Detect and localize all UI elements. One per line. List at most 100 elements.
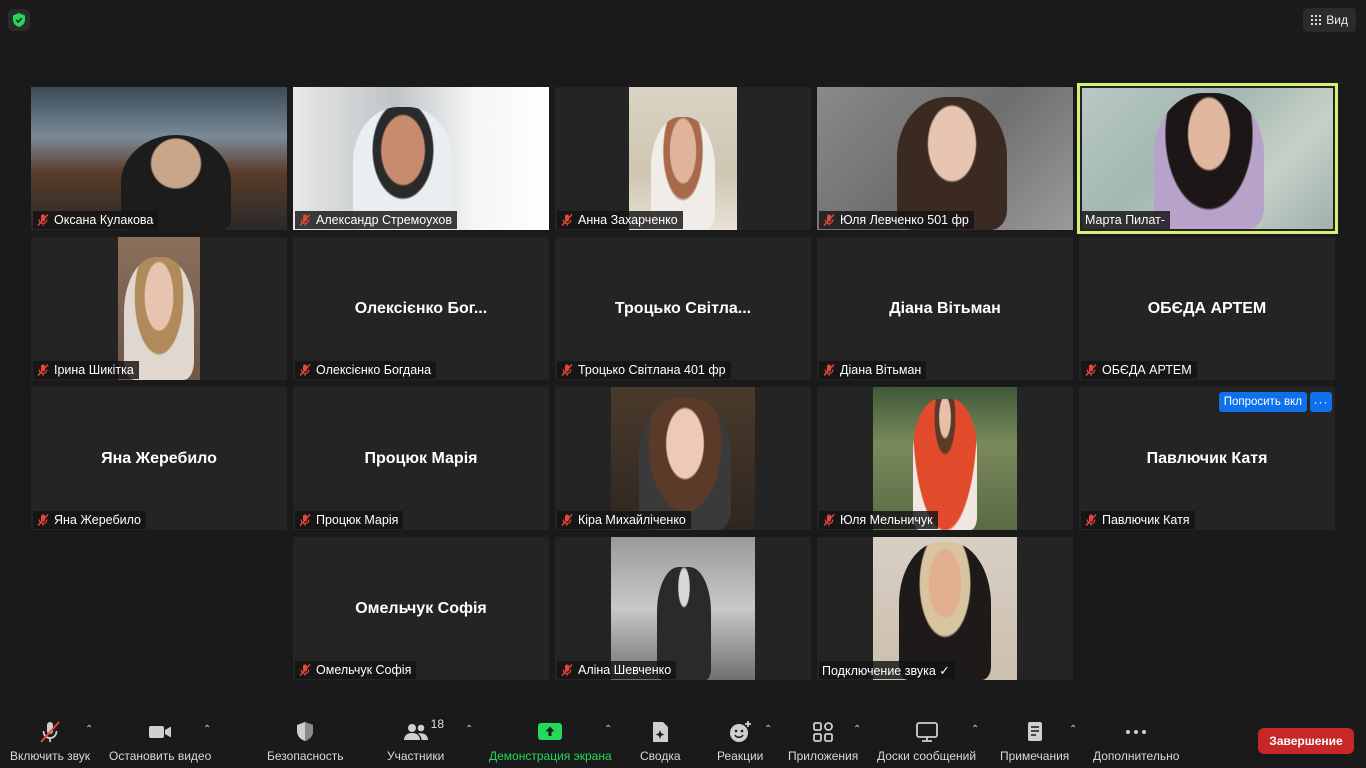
apps-options-chevron-icon[interactable]: ⌃ (853, 724, 861, 735)
video-tile[interactable]: ОБЄДА АРТЕМ ОБЄДА АРТЕМ (1079, 237, 1335, 380)
participant-name: Юля Левченко 501 фр (840, 213, 969, 227)
participant-display-name: Яна Жеребило (101, 449, 217, 467)
whiteboards-button[interactable]: Доски сообщений (877, 720, 976, 763)
video-tile[interactable]: Троцько Світла... Троцько Світлана 401 ф… (555, 237, 811, 380)
participant-display-name: Павлючик Катя (1146, 449, 1268, 467)
participant-video (873, 537, 1017, 680)
participant-name: Яна Жеребило (54, 513, 141, 527)
video-tile[interactable]: Анна Захарченко (555, 87, 811, 230)
participant-nameplate: Процюк Марія (295, 511, 404, 529)
apps-button[interactable]: Приложения (788, 720, 858, 763)
participant-nameplate: Яна Жеребило (33, 511, 146, 529)
emoji-plus-icon (727, 720, 753, 744)
mic-muted-icon (36, 363, 50, 377)
video-tile[interactable]: Кіра Михайліченко (555, 387, 811, 530)
participant-display-name: Діана Вітьман (889, 299, 1001, 317)
participants-options-chevron-icon[interactable]: ⌃ (465, 724, 473, 735)
stop-video-button[interactable]: Остановить видео (109, 720, 211, 763)
participant-name: Подключение звука ✓ (822, 663, 950, 678)
video-tile[interactable]: Ірина Шикітка (31, 237, 287, 380)
participant-name: Павлючик Катя (1102, 513, 1190, 527)
apps-icon (811, 720, 835, 744)
mic-muted-icon (560, 363, 574, 377)
participant-name: Оксана Кулакова (54, 213, 154, 227)
shield-icon (294, 720, 316, 744)
participant-name: Троцько Світлана 401 фр (578, 363, 726, 377)
participant-name: Юля Мельничук (840, 513, 933, 527)
share-screen-label: Демонстрация экрана (489, 749, 612, 763)
view-label: Вид (1326, 13, 1348, 27)
whiteboard-icon (914, 720, 940, 744)
stop-video-label: Остановить видео (109, 749, 212, 763)
grid-icon (1311, 15, 1322, 25)
participant-name: Омельчук Софія (316, 663, 412, 677)
reactions-button[interactable]: Реакции (717, 720, 763, 763)
participants-button[interactable]: 18 Участники (387, 717, 444, 763)
participant-video (629, 87, 737, 230)
participant-nameplate: Ірина Шикітка (33, 361, 139, 379)
participant-name: Олексієнко Богдана (316, 363, 432, 377)
participant-nameplate: Павлючик Катя (1081, 511, 1195, 529)
summary-button[interactable]: Сводка (640, 720, 681, 763)
video-tile[interactable]: Попросить вкл ··· Павлючик Катя Павлючик… (1079, 387, 1335, 530)
reactions-options-chevron-icon[interactable]: ⌃ (764, 724, 772, 735)
share-screen-icon (537, 720, 563, 744)
video-tile[interactable]: Оксана Кулакова (31, 87, 287, 230)
mic-muted-icon (1084, 513, 1098, 527)
mic-muted-icon (37, 720, 63, 744)
video-tile[interactable]: Олексієнко Бог... Олексієнко Богдана (293, 237, 549, 380)
meeting-toolbar: Включить звук ⌃ Остановить видео ⌃ Безоп… (0, 710, 1366, 768)
participant-nameplate: Юля Левченко 501 фр (819, 211, 974, 229)
mic-muted-icon (1084, 363, 1098, 377)
video-tile[interactable]: Юля Левченко 501 фр (817, 87, 1073, 230)
mic-muted-icon (298, 513, 312, 527)
reactions-label: Реакции (717, 749, 764, 763)
participant-display-name: Олексієнко Бог... (354, 299, 488, 317)
security-button[interactable]: Безопасность (267, 720, 344, 763)
unmute-button[interactable]: Включить звук (10, 720, 90, 763)
participant-video (873, 387, 1017, 530)
video-tile[interactable]: Подключение звука ✓ (817, 537, 1073, 680)
share-options-chevron-icon[interactable]: ⌃ (604, 724, 612, 735)
video-tile[interactable]: Аліна Шевченко (555, 537, 811, 680)
end-meeting-button[interactable]: Завершение (1258, 728, 1354, 754)
participant-video (293, 87, 549, 230)
participant-nameplate: Аліна Шевченко (557, 661, 677, 679)
view-button[interactable]: Вид (1303, 8, 1356, 32)
participant-name: Діана Вітьман (840, 363, 922, 377)
video-tile[interactable]: Процюк Марія Процюк Марія (293, 387, 549, 530)
summary-label: Сводка (640, 749, 681, 763)
participant-name: Александр Стремоухов (316, 213, 453, 227)
participant-nameplate: Оксана Кулакова (33, 211, 159, 229)
participant-nameplate: ОБЄДА АРТЕМ (1081, 361, 1197, 379)
video-options-chevron-icon[interactable]: ⌃ (203, 724, 211, 735)
video-tile[interactable]: Діана Вітьман Діана Вітьман (817, 237, 1073, 380)
mic-muted-icon (822, 513, 836, 527)
video-tile[interactable]: Яна Жеребило Яна Жеребило (31, 387, 287, 530)
security-label: Безопасность (267, 749, 344, 763)
participant-nameplate: Подключение звука ✓ (819, 661, 955, 679)
participants-icon: 18 (403, 717, 444, 744)
mic-muted-icon (298, 663, 312, 677)
video-tile[interactable]: Омельчук Софія Омельчук Софія (293, 537, 549, 680)
notes-options-chevron-icon[interactable]: ⌃ (1069, 724, 1077, 735)
participant-nameplate: Троцько Світлана 401 фр (557, 361, 731, 379)
mic-muted-icon (36, 513, 50, 527)
video-tile[interactable]: Александр Стремоухов (293, 87, 549, 230)
share-screen-button[interactable]: Демонстрация экрана (489, 720, 612, 763)
audio-options-chevron-icon[interactable]: ⌃ (85, 724, 93, 735)
more-button[interactable]: Дополнительно (1093, 720, 1179, 763)
participant-name: ОБЄДА АРТЕМ (1102, 363, 1192, 377)
participant-name: Аліна Шевченко (578, 663, 672, 677)
summary-icon (649, 720, 671, 744)
security-shield-icon[interactable] (8, 9, 30, 31)
ellipsis-icon (1123, 720, 1149, 744)
participant-video (611, 537, 755, 680)
whiteboards-options-chevron-icon[interactable]: ⌃ (971, 724, 979, 735)
notes-button[interactable]: Примечания (1000, 720, 1069, 763)
participant-nameplate: Кіра Михайліченко (557, 511, 691, 529)
participant-nameplate: Олексієнко Богдана (295, 361, 437, 379)
mic-muted-icon (560, 663, 574, 677)
video-tile[interactable]: Юля Мельничук (817, 387, 1073, 530)
video-tile-active-speaker[interactable]: Марта Пилат- (1077, 83, 1338, 234)
